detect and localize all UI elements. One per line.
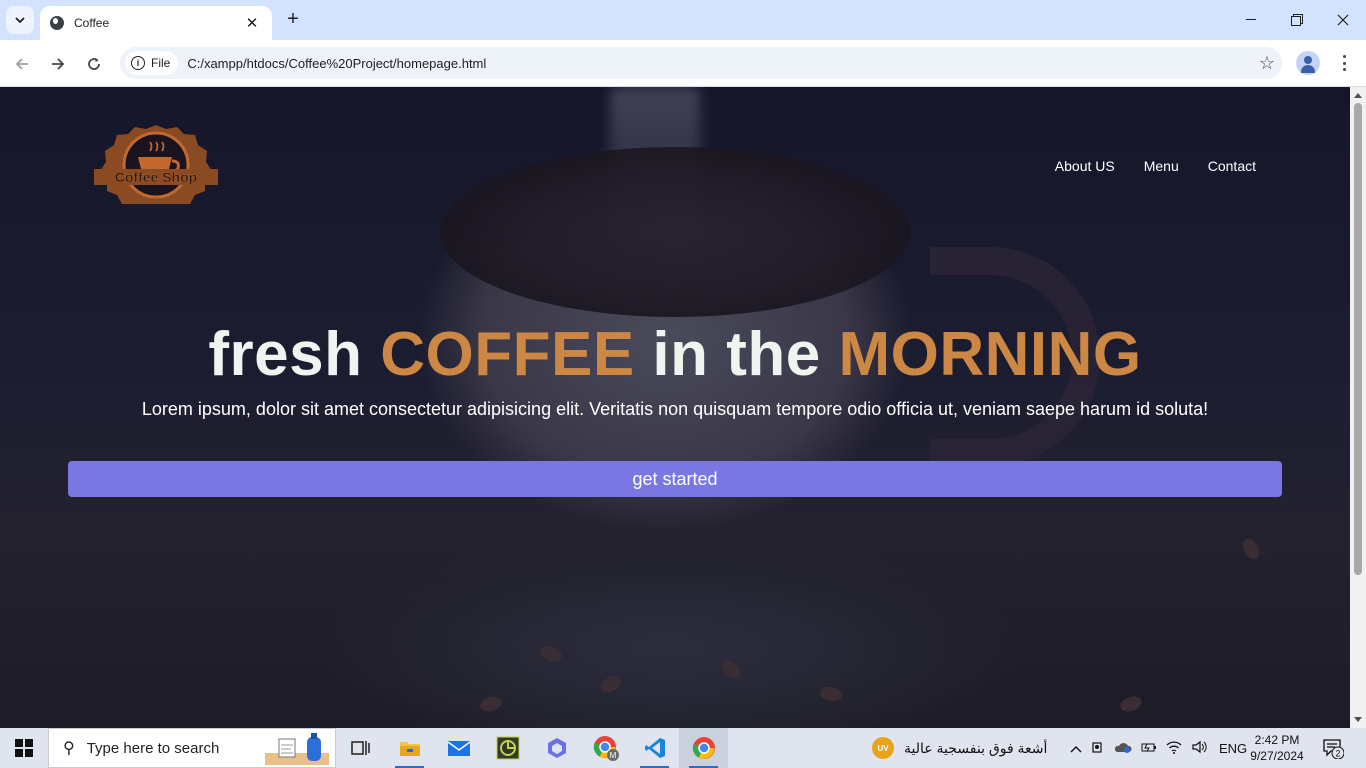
hero-title-morning: MORNING	[838, 320, 1142, 389]
notification-center-button[interactable]: 2	[1322, 737, 1345, 760]
url-text[interactable]: C:/xampp/htdocs/Coffee%20Project/homepag…	[187, 56, 1252, 71]
weather-text: أشعة فوق بنفسجية عالية	[904, 739, 1048, 756]
notification-icon: 2	[1323, 739, 1345, 760]
system-tray: ENG	[1070, 728, 1247, 768]
clock-date: 9/27/2024	[1250, 749, 1304, 763]
page-viewport: Coffee Shop About US Menu Contact fresh …	[0, 87, 1350, 728]
search-highlight-art-icon	[265, 733, 329, 765]
profile-avatar[interactable]	[1296, 51, 1320, 75]
bookmark-star-icon[interactable]: ☆	[1252, 53, 1282, 74]
forward-button[interactable]	[44, 50, 72, 78]
windows-taskbar: ⚲ Type here to search M UV أشعة فوق بنفس…	[0, 728, 1366, 768]
globe-icon	[50, 16, 64, 30]
tab-close-button[interactable]: ✕	[242, 14, 262, 32]
get-started-button[interactable]: get started	[68, 461, 1282, 497]
main-nav: About US Menu Contact	[1055, 158, 1256, 174]
hero-description: Lorem ipsum, dolor sit amet consectetur …	[141, 399, 1209, 419]
restore-button[interactable]	[1274, 6, 1320, 34]
close-window-button[interactable]	[1320, 6, 1366, 34]
new-tab-button[interactable]: +	[282, 8, 304, 30]
restore-icon	[1291, 14, 1303, 26]
reload-button[interactable]	[80, 50, 108, 78]
hero-title-in-the: in the	[652, 320, 821, 389]
app-button[interactable]	[483, 728, 532, 768]
page-scrollbar[interactable]	[1350, 87, 1366, 728]
nav-menu[interactable]: Menu	[1144, 158, 1179, 174]
coffee-cup-decoration	[440, 147, 910, 317]
weather-widget[interactable]: UV أشعة فوق بنفسجية عالية	[872, 728, 1047, 768]
chrome-button[interactable]	[679, 728, 728, 768]
coffee-shop-logo[interactable]: Coffee Shop	[94, 123, 218, 205]
coffee-bean	[1239, 535, 1263, 563]
minimize-icon	[1246, 19, 1256, 20]
volume-icon[interactable]	[1191, 740, 1207, 757]
coffee-bean	[1118, 693, 1144, 715]
coffee-bean	[538, 643, 564, 665]
scroll-up-icon[interactable]	[1354, 93, 1362, 98]
coffee-bean	[718, 656, 744, 682]
coffee-bean	[818, 685, 844, 703]
meet-now-icon[interactable]	[1091, 740, 1105, 757]
nav-contact[interactable]: Contact	[1208, 158, 1256, 174]
clock-time: 2:42 PM	[1254, 733, 1300, 747]
hero-title-coffee: COFFEE	[380, 320, 635, 389]
arrow-left-icon	[15, 58, 28, 70]
wifi-icon[interactable]	[1166, 740, 1182, 757]
minimize-button[interactable]	[1228, 6, 1274, 34]
person-icon	[1304, 56, 1312, 64]
chrome-profile-icon: M	[593, 736, 619, 761]
search-icon: ⚲	[63, 740, 75, 757]
vscode-button[interactable]	[630, 728, 679, 768]
mail-icon	[447, 741, 470, 756]
notification-count: 2	[1335, 749, 1340, 759]
app-icon	[496, 736, 519, 760]
chrome-icon	[692, 737, 715, 759]
file-explorer-button[interactable]	[385, 728, 434, 768]
tab-bar: Coffee ✕ +	[0, 0, 1366, 40]
uv-badge-icon: UV	[872, 737, 894, 759]
hero-title-fresh: fresh	[208, 320, 363, 389]
taskbar-search-box[interactable]: ⚲ Type here to search	[48, 728, 336, 768]
scroll-thumb[interactable]	[1354, 103, 1362, 575]
arrow-right-icon	[52, 58, 65, 70]
windows-logo-icon	[15, 739, 33, 757]
hero-title: fresh COFFEE in the MORNING	[0, 319, 1350, 390]
task-view-icon	[350, 741, 370, 755]
search-placeholder: Type here to search	[86, 739, 220, 757]
close-icon	[1337, 14, 1349, 26]
logo-text: Coffee Shop	[115, 169, 197, 185]
browser-toolbar: i File C:/xampp/htdocs/Coffee%20Project/…	[0, 40, 1366, 87]
copilot-icon	[547, 738, 566, 758]
battery-icon[interactable]	[1141, 741, 1157, 756]
coffee-bean	[478, 694, 504, 714]
chevron-up-icon[interactable]	[1070, 741, 1082, 756]
chevron-down-icon	[15, 17, 25, 23]
reload-icon	[88, 58, 100, 70]
copilot-button[interactable]	[532, 728, 581, 768]
back-button[interactable]	[8, 50, 36, 78]
taskbar-clock[interactable]: 2:42 PM 9/27/2024	[1248, 732, 1306, 764]
info-icon: i	[131, 56, 145, 70]
coffee-bean	[597, 672, 625, 696]
scroll-down-icon[interactable]	[1354, 717, 1362, 722]
site-info-chip[interactable]: i File	[125, 51, 179, 75]
svg-text:M: M	[609, 751, 616, 760]
language-indicator[interactable]: ENG	[1219, 741, 1247, 756]
chip-label: File	[151, 56, 171, 70]
address-bar[interactable]: i File C:/xampp/htdocs/Coffee%20Project/…	[120, 47, 1282, 79]
tab-search-button[interactable]	[6, 6, 34, 34]
onedrive-icon[interactable]	[1114, 740, 1132, 757]
mail-button[interactable]	[434, 728, 483, 768]
browser-tab-coffee[interactable]: Coffee ✕	[40, 6, 272, 40]
vscode-icon	[644, 738, 665, 758]
file-explorer-icon	[399, 742, 420, 756]
browser-menu-button[interactable]	[1336, 52, 1352, 74]
tab-title: Coffee	[74, 16, 110, 30]
start-button[interactable]	[0, 728, 48, 768]
nav-about-us[interactable]: About US	[1055, 158, 1115, 174]
chrome-profile-button[interactable]: M	[581, 728, 630, 768]
task-view-button[interactable]	[336, 728, 385, 768]
